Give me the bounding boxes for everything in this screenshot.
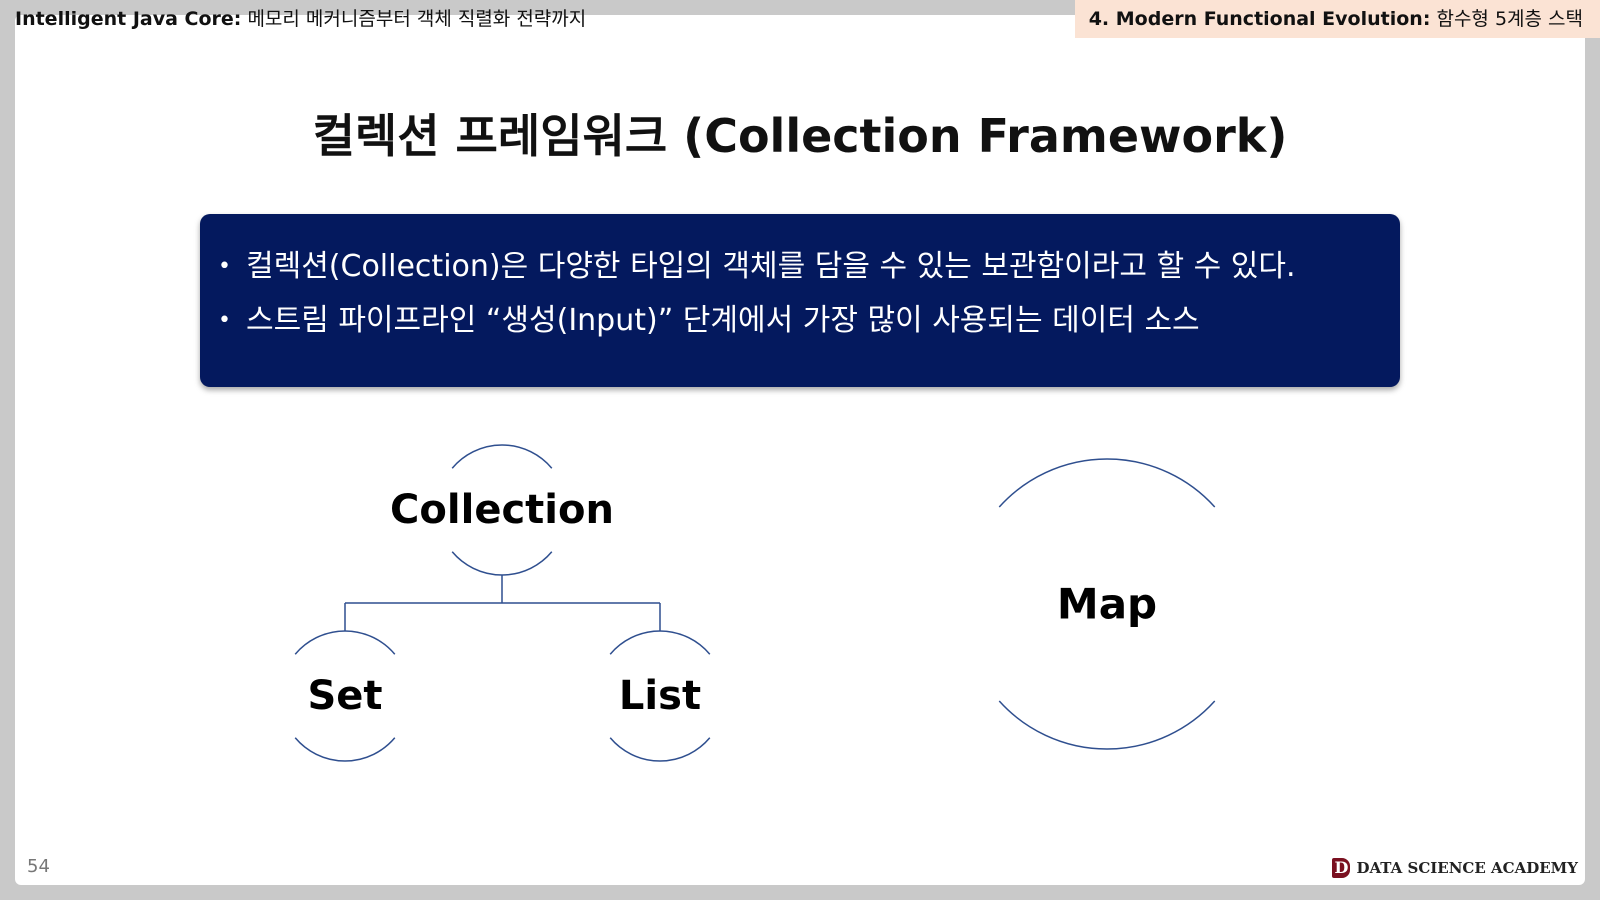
set-node-arc-bottom — [294, 737, 396, 762]
map-node-arc-bottom — [998, 700, 1216, 750]
node-collection-label: Collection — [390, 487, 614, 533]
page-number: 54 — [27, 856, 50, 877]
brand-name: DATA SCIENCE ACADEMY — [1356, 859, 1578, 877]
list-node-arc-top — [609, 630, 711, 655]
node-list-label: List — [618, 673, 702, 719]
node-map-label: Map — [1056, 579, 1158, 629]
collection-node-arc-bottom — [451, 551, 553, 576]
map-node-arc-top — [998, 458, 1216, 508]
brand-logo-area: D DATA SCIENCE ACADEMY — [1332, 858, 1578, 878]
list-node-arc-bottom — [609, 737, 711, 762]
hierarchy-connector — [344, 575, 661, 631]
node-set-label: Set — [307, 673, 383, 719]
set-node-arc-top — [294, 630, 396, 655]
collection-diagram — [294, 444, 1216, 762]
brand-logo-icon: D — [1332, 858, 1351, 878]
collection-node-arc-top — [451, 444, 553, 469]
